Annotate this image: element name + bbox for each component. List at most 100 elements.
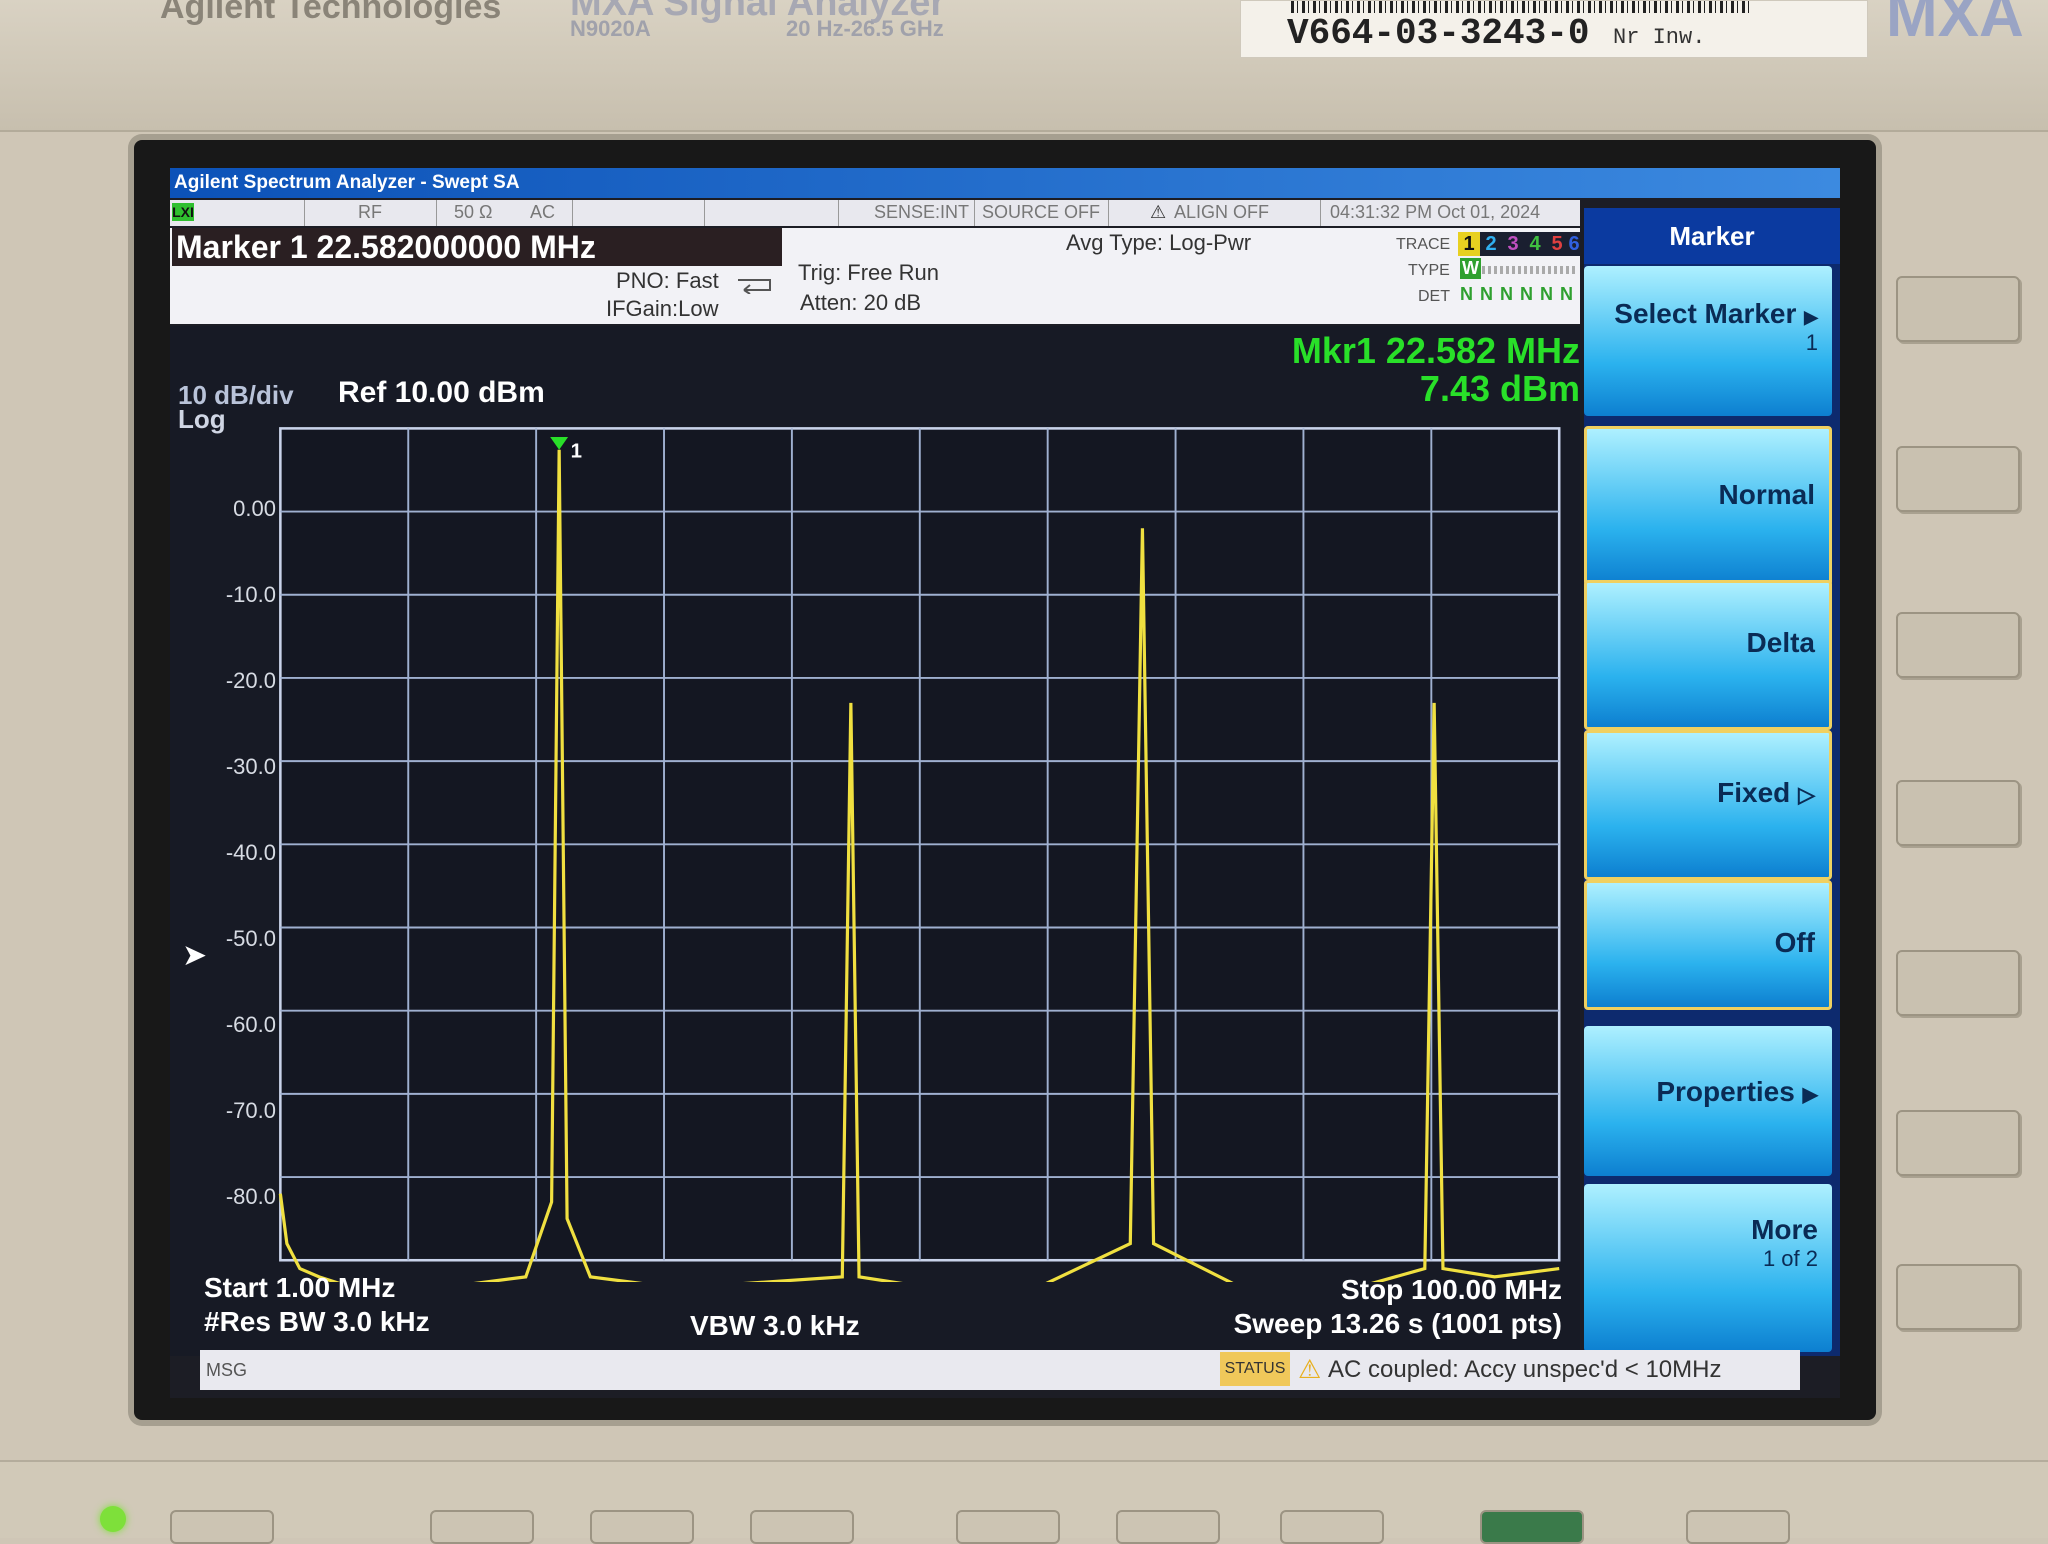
asset-code: V664-03-3243-0 bbox=[1287, 13, 1590, 54]
resolution-bandwidth: #Res BW 3.0 kHz bbox=[204, 1306, 430, 1337]
off-label: Off bbox=[1774, 927, 1815, 958]
spectrum-graticule: 1 bbox=[278, 427, 1561, 1282]
hardware-softkey-1[interactable] bbox=[1896, 276, 2020, 342]
fixed-label: Fixed bbox=[1717, 777, 1791, 808]
trace-type-pattern bbox=[1482, 266, 1578, 274]
spectrum-plot-area: 10 dB/div Log Ref 10.00 dBm Mkr1 22.582 … bbox=[170, 326, 1580, 1356]
front-panel-key[interactable] bbox=[750, 1510, 854, 1544]
delta-softkey[interactable]: Delta bbox=[1584, 580, 1832, 730]
message-bar: MSG STATUS ⚠ AC coupled: Accy unspec'd <… bbox=[200, 1350, 1800, 1390]
barcode-icon bbox=[1291, 1, 1751, 13]
start-frequency: Start 1.00 MHz bbox=[204, 1272, 396, 1303]
stop-frequency: Stop 100.00 MHz bbox=[1341, 1274, 1562, 1305]
window-title: Agilent Spectrum Analyzer - Swept SA bbox=[170, 168, 1840, 198]
front-panel-key[interactable] bbox=[590, 1510, 694, 1544]
datetime-label: 04:31:32 PM Oct 01, 2024 bbox=[1330, 202, 1541, 222]
select-marker-label: Select Marker bbox=[1614, 298, 1797, 329]
sweep-time: Sweep 13.26 s (1001 pts) bbox=[1233, 1308, 1562, 1339]
status-divider bbox=[838, 200, 839, 226]
hardware-softkey-4[interactable] bbox=[1896, 780, 2020, 846]
det-row-label: DET bbox=[1418, 288, 1450, 305]
align-label: ALIGN OFF bbox=[1174, 202, 1270, 222]
normal-label: Normal bbox=[1718, 479, 1815, 510]
submenu-arrow-icon: ▶ bbox=[1802, 1084, 1818, 1106]
trace-4-indicator: 4 bbox=[1524, 232, 1546, 256]
more-label: More bbox=[1751, 1214, 1818, 1245]
marker-amplitude-readout: 7.43 dBm bbox=[1419, 368, 1580, 409]
hardware-softkey-6[interactable] bbox=[1896, 1110, 2020, 1176]
front-panel-key[interactable] bbox=[1280, 1510, 1384, 1544]
marker-1-tag: 1 bbox=[571, 439, 582, 462]
video-bandwidth: VBW 3.0 kHz bbox=[690, 1310, 860, 1341]
asset-tag-sticker: V664-03-3243-0 Nr Inw. bbox=[1240, 0, 1868, 58]
input-label: RF bbox=[358, 202, 382, 222]
msg-label: MSG bbox=[206, 1360, 248, 1380]
det-value-5: N bbox=[1540, 284, 1553, 304]
properties-softkey[interactable]: Properties ▶ bbox=[1584, 1026, 1832, 1176]
trace-type-value: W bbox=[1460, 258, 1481, 279]
status-row: LXI RF 50 Ω AC SENSE:INT SOURCE OFF ⚠ AL… bbox=[170, 200, 1580, 226]
det-value-2: N bbox=[1480, 284, 1493, 304]
avg-type-setting: Avg Type: Log-Pwr bbox=[1066, 230, 1252, 255]
active-marker-readout: Marker 1 22.582000000 MHz bbox=[172, 228, 782, 266]
normal-softkey[interactable]: Normal bbox=[1584, 426, 1832, 586]
mxa-logo: MXA bbox=[1886, 0, 2024, 50]
status-divider bbox=[1108, 200, 1109, 226]
more-softkey[interactable]: More 1 of 2 bbox=[1584, 1184, 1832, 1352]
analyzer-screen: Agilent Spectrum Analyzer - Swept SA LXI… bbox=[170, 168, 1840, 1398]
det-value-6: N bbox=[1560, 284, 1573, 304]
softkey-menu: Marker Select Marker ▶ 1 Normal Delta Fi… bbox=[1584, 208, 1840, 1356]
hardware-softkey-3[interactable] bbox=[1896, 612, 2020, 678]
properties-label: Properties bbox=[1656, 1076, 1795, 1107]
attenuation-setting: Atten: 20 dB bbox=[800, 290, 922, 315]
front-panel-key[interactable] bbox=[430, 1510, 534, 1544]
front-panel-key[interactable] bbox=[1686, 1510, 1790, 1544]
fixed-softkey[interactable]: Fixed ▷ bbox=[1584, 730, 1832, 880]
trace-3-indicator: 3 bbox=[1502, 232, 1524, 256]
reference-level: Ref 10.00 dBm bbox=[338, 376, 545, 409]
brand-label: Agilent Technologies bbox=[160, 0, 502, 26]
status-divider bbox=[704, 200, 705, 226]
delta-label: Delta bbox=[1746, 627, 1815, 658]
frequency-range-label: 20 Hz-26.5 GHz bbox=[786, 16, 944, 41]
warning-icon: ⚠ bbox=[1150, 202, 1167, 222]
mouse-pointer-icon: ➤ bbox=[182, 939, 208, 972]
softkey-menu-title: Marker bbox=[1584, 208, 1840, 264]
trace-5-indicator: 5 bbox=[1546, 232, 1568, 256]
trigger-setting: Trig: Free Run bbox=[798, 260, 940, 285]
hardware-softkey-2[interactable] bbox=[1896, 446, 2020, 512]
hardware-softkey-5[interactable] bbox=[1896, 950, 2020, 1016]
asset-label: Nr Inw. bbox=[1613, 25, 1706, 50]
type-row-label: TYPE bbox=[1408, 262, 1450, 279]
coupling-label: AC bbox=[530, 202, 556, 222]
status-divider bbox=[304, 200, 305, 226]
front-panel-key[interactable] bbox=[1480, 1510, 1584, 1544]
power-led-icon bbox=[100, 1506, 126, 1532]
marker-frequency-readout: Mkr1 22.582 MHz bbox=[1291, 330, 1580, 371]
trigger-return-icon bbox=[738, 279, 771, 294]
settings-panel: Marker 1 22.582000000 MHz PNO: Fast IFGa… bbox=[170, 228, 1580, 324]
sense-label: SENSE:INT bbox=[874, 202, 970, 222]
model-number: N9020A bbox=[570, 16, 651, 41]
instrument-top-bezel: Agilent Technologies MXA Signal Analyzer… bbox=[0, 0, 2048, 132]
off-softkey[interactable]: Off bbox=[1584, 880, 1832, 1010]
hardware-softkey-7[interactable] bbox=[1896, 1264, 2020, 1330]
det-value-3: N bbox=[1500, 284, 1513, 304]
status-divider bbox=[1320, 200, 1321, 226]
scale-type: Log bbox=[178, 404, 226, 434]
front-panel-key[interactable] bbox=[956, 1510, 1060, 1544]
trace-2-indicator: 2 bbox=[1480, 232, 1502, 256]
status-warning-message: AC coupled: Accy unspec'd < 10MHz bbox=[1328, 1356, 1722, 1383]
more-page-indicator: 1 of 2 bbox=[1762, 1246, 1818, 1271]
status-divider bbox=[572, 200, 573, 226]
ifgain-setting: IFGain:Low bbox=[606, 296, 719, 321]
status-divider bbox=[436, 200, 437, 226]
front-panel-key[interactable] bbox=[170, 1510, 274, 1544]
front-panel-key[interactable] bbox=[1116, 1510, 1220, 1544]
pno-setting: PNO: Fast bbox=[616, 268, 719, 293]
submenu-arrow-icon: ▶ bbox=[1804, 307, 1818, 327]
lxi-icon: LXI bbox=[172, 203, 194, 221]
select-marker-softkey[interactable]: Select Marker ▶ 1 bbox=[1584, 266, 1832, 416]
det-value-4: N bbox=[1520, 284, 1533, 304]
trace-6-indicator: 6 bbox=[1568, 232, 1580, 256]
